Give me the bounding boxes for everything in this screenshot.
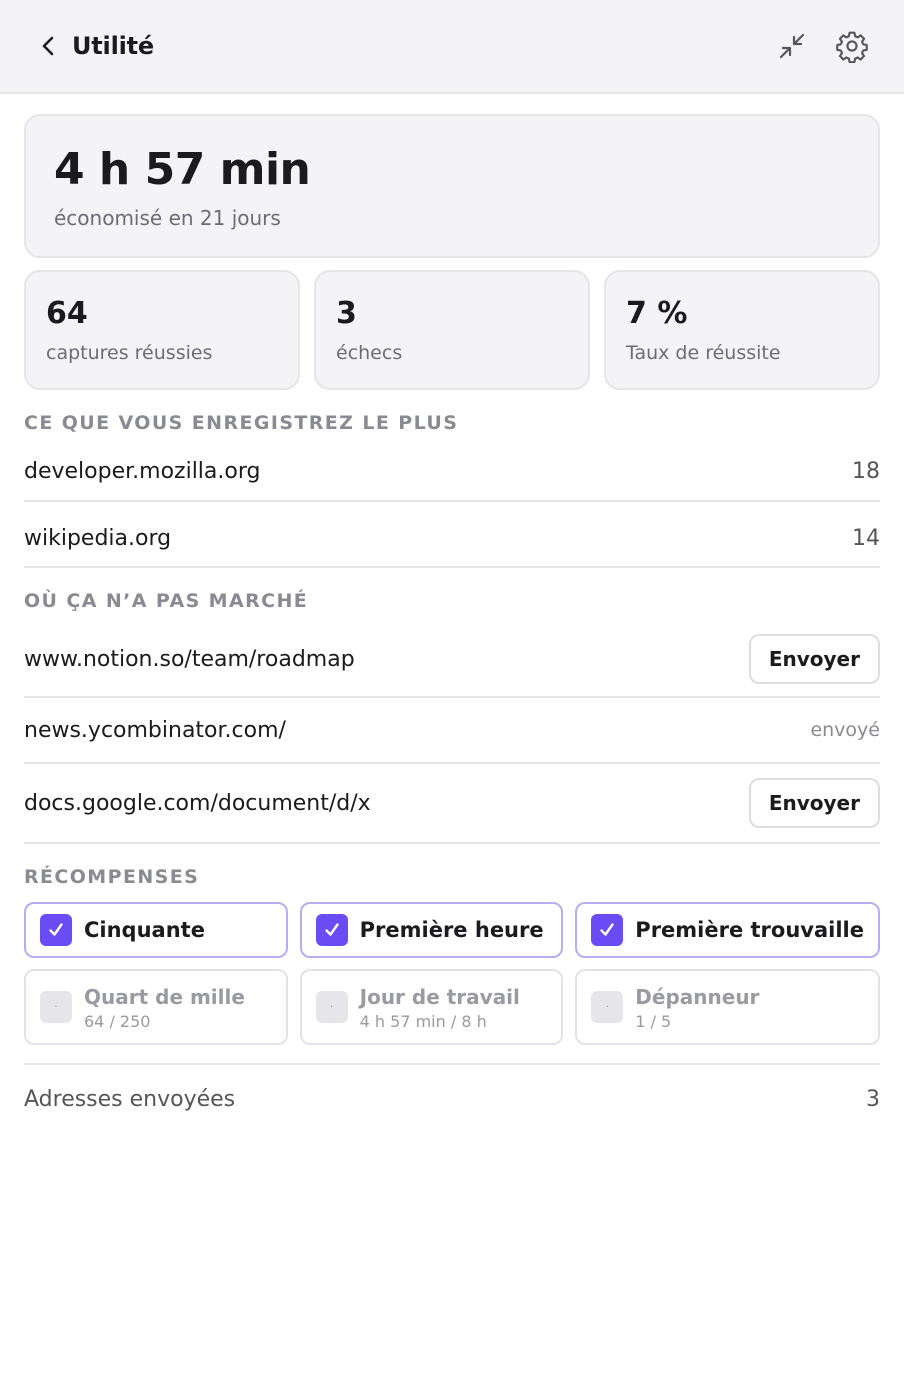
top-sites-list: developer.mozilla.org 18 wikipedia.org 1…: [24, 434, 880, 568]
back-button[interactable]: [38, 31, 58, 61]
failures-heading: OÙ ÇA N’A PAS MARCHÉ: [24, 590, 309, 612]
stat-card-success-rate: 7 % Taux de réussite: [604, 270, 880, 390]
checkmark-icon: [40, 914, 72, 946]
reward-badge-unlocked: Première trouvaille: [575, 902, 880, 958]
stat-label: captures réussies: [46, 342, 213, 364]
failed-url: www.notion.so/team/roadmap: [24, 646, 355, 672]
failures-list: www.notion.so/team/roadmap Envoyer news.…: [24, 612, 880, 844]
reward-badge-locked: · Quart de mille 64 / 250: [24, 969, 288, 1045]
gear-icon: [836, 31, 868, 63]
page-title: Utilité: [72, 32, 154, 60]
list-item: developer.mozilla.org 18: [24, 434, 880, 502]
stat-label: échecs: [336, 342, 403, 364]
send-button[interactable]: Envoyer: [748, 778, 880, 828]
reward-label: Première heure: [359, 918, 544, 942]
site-count: 18: [852, 458, 880, 484]
list-item: wikipedia.org 14: [24, 502, 880, 568]
checkmark-icon: [591, 914, 624, 946]
reward-label: Cinquante: [84, 918, 205, 942]
stats-row: 64 captures réussies 3 échecs 7 % Taux d…: [24, 270, 880, 390]
failed-url: docs.google.com/document/d/x: [24, 790, 371, 816]
list-item: www.notion.so/team/roadmap Envoyer: [24, 612, 880, 698]
checkmark-icon: [315, 914, 348, 946]
site-count: 14: [852, 525, 880, 551]
stat-value: 7 %: [626, 296, 688, 331]
top-bar: Utilité: [0, 0, 904, 94]
sent-addresses-count: 3: [866, 1086, 880, 1112]
rewards-grid: Cinquante Première heure Première trouva…: [24, 902, 880, 1045]
reward-label: Quart de mille: [84, 984, 245, 1009]
time-saved-subtitle: économisé en 21 jours: [54, 206, 281, 230]
stat-card-successes: 64 captures réussies: [24, 270, 300, 390]
main-content: 4 h 57 min économisé en 21 jours 64 capt…: [0, 94, 904, 1133]
stat-value: 3: [336, 296, 357, 331]
stat-card-failures: 3 échecs: [314, 270, 590, 390]
site-domain: developer.mozilla.org: [24, 458, 261, 484]
rewards-heading: RÉCOMPENSES: [24, 866, 200, 888]
reward-label: Jour de travail: [359, 984, 520, 1009]
time-saved-card: 4 h 57 min économisé en 21 jours: [24, 114, 880, 258]
reward-label: Première trouvaille: [635, 918, 864, 942]
list-item: news.ycombinator.com/ envoyé: [24, 698, 880, 764]
sent-addresses-row: Adresses envoyées 3: [24, 1063, 880, 1133]
reward-progress: 1 / 5: [635, 1011, 672, 1031]
list-item: docs.google.com/document/d/x Envoyer: [24, 764, 880, 844]
reward-progress: 4 h 57 min / 8 h: [359, 1011, 487, 1031]
chevron-left-icon: [42, 36, 54, 56]
stat-label: Taux de réussite: [626, 342, 781, 364]
reward-badge-unlocked: Première heure: [299, 902, 564, 958]
collapse-button[interactable]: [770, 24, 814, 68]
reward-badge-locked: · Jour de travail 4 h 57 min / 8 h: [299, 969, 564, 1045]
stat-value: 64: [46, 296, 88, 331]
minimize-icon: [779, 33, 805, 59]
time-saved-value: 4 h 57 min: [54, 144, 311, 195]
reward-badge-locked: · Dépanneur 1 / 5: [575, 969, 880, 1045]
reward-progress: 64 / 250: [84, 1011, 151, 1031]
send-button[interactable]: Envoyer: [748, 634, 880, 684]
settings-button[interactable]: [830, 24, 874, 68]
reward-badge-unlocked: Cinquante: [24, 902, 288, 958]
site-domain: wikipedia.org: [24, 525, 172, 551]
locked-dot-icon: ·: [591, 991, 624, 1023]
reward-label: Dépanneur: [635, 984, 760, 1009]
sent-addresses-label: Adresses envoyées: [24, 1086, 236, 1112]
locked-dot-icon: ·: [315, 991, 348, 1023]
sent-status: envoyé: [810, 719, 880, 741]
top-sites-heading: CE QUE VOUS ENREGISTREZ LE PLUS: [24, 412, 459, 434]
failed-url: news.ycombinator.com/: [24, 717, 286, 743]
locked-dot-icon: ·: [40, 991, 72, 1023]
